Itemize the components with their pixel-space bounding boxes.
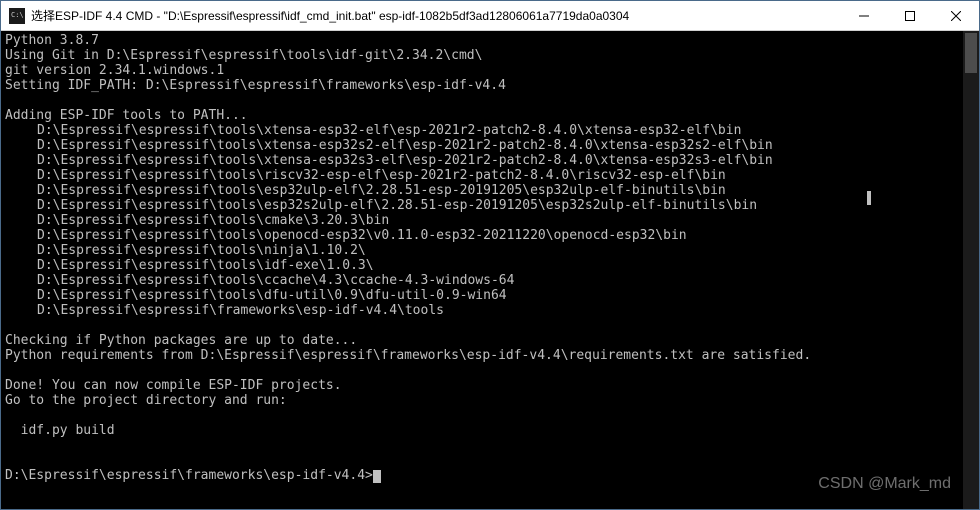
- text-cursor: [373, 470, 381, 483]
- titlebar[interactable]: 选择ESP-IDF 4.4 CMD - "D:\Espressif\espres…: [1, 1, 979, 31]
- output-line: Python requirements from D:\Espressif\es…: [5, 348, 811, 363]
- path-line: D:\Espressif\espressif\tools\dfu-util\0.…: [5, 288, 975, 303]
- path-line: D:\Espressif\espressif\tools\openocd-esp…: [5, 228, 975, 243]
- cmd-window: 选择ESP-IDF 4.4 CMD - "D:\Espressif\espres…: [0, 0, 980, 510]
- minimize-button[interactable]: [841, 1, 887, 30]
- path-line: D:\Espressif\espressif\tools\ninja\1.10.…: [5, 243, 975, 258]
- output-line: git version 2.34.1.windows.1: [5, 63, 224, 78]
- prompt-line: D:\Espressif\espressif\frameworks\esp-id…: [5, 468, 373, 483]
- window-title: 选择ESP-IDF 4.4 CMD - "D:\Espressif\espres…: [31, 7, 841, 24]
- selection-cursor: [867, 191, 871, 205]
- output-line: Using Git in D:\Espressif\espressif\tool…: [5, 48, 482, 63]
- path-line: D:\Espressif\espressif\tools\xtensa-esp3…: [5, 123, 975, 138]
- output-line: Done! You can now compile ESP-IDF projec…: [5, 378, 342, 393]
- scrollbar-thumb[interactable]: [965, 33, 977, 73]
- output-line: Checking if Python packages are up to da…: [5, 333, 357, 348]
- output-line: Adding ESP-IDF tools to PATH...: [5, 108, 248, 123]
- close-button[interactable]: [933, 1, 979, 30]
- output-line: Go to the project directory and run:: [5, 393, 287, 408]
- path-line: D:\Espressif\espressif\frameworks\esp-id…: [5, 303, 975, 318]
- path-line: D:\Espressif\espressif\tools\idf-exe\1.0…: [5, 258, 975, 273]
- output-line: idf.py build: [5, 423, 115, 438]
- cmd-icon: [9, 8, 25, 24]
- window-controls: [841, 1, 979, 30]
- output-line: Python 3.8.7: [5, 33, 99, 48]
- path-line: D:\Espressif\espressif\tools\xtensa-esp3…: [5, 153, 975, 168]
- path-line: D:\Espressif\espressif\tools\riscv32-esp…: [5, 168, 975, 183]
- output-line: Setting IDF_PATH: D:\Espressif\espressif…: [5, 78, 506, 93]
- path-line: D:\Espressif\espressif\tools\esp32s2ulp-…: [5, 198, 975, 213]
- scrollbar[interactable]: [963, 31, 979, 509]
- path-line: D:\Espressif\espressif\tools\xtensa-esp3…: [5, 138, 975, 153]
- path-line: D:\Espressif\espressif\tools\cmake\3.20.…: [5, 213, 975, 228]
- terminal-output[interactable]: Python 3.8.7 Using Git in D:\Espressif\e…: [1, 31, 979, 509]
- path-line: D:\Espressif\espressif\tools\esp32ulp-el…: [5, 183, 975, 198]
- maximize-button[interactable]: [887, 1, 933, 30]
- path-line: D:\Espressif\espressif\tools\ccache\4.3\…: [5, 273, 975, 288]
- watermark: CSDN @Mark_md: [818, 476, 951, 491]
